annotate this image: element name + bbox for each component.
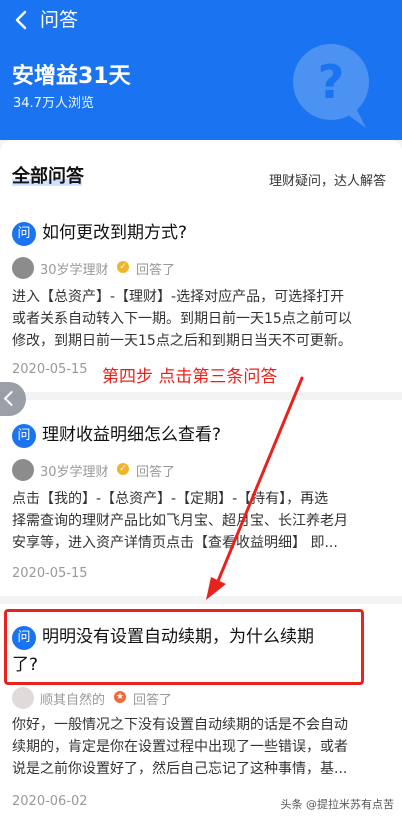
question-icon: 问: [12, 424, 36, 448]
answer-date: 2020-05-15: [12, 362, 88, 377]
annotation-highlight-box: [4, 609, 364, 685]
header: 问答 安增益31天 34.7万人浏览 ?: [0, 0, 402, 140]
answer-text[interactable]: 点击【我的】-【总资产】-【定期】-【持有】，再选 择需查询的理财产品比如飞月宝…: [12, 488, 384, 554]
back-arrow-icon[interactable]: [8, 6, 36, 34]
answered-label: 回答了: [136, 465, 176, 480]
view-count: 34.7万人浏览: [13, 96, 94, 111]
answer-text[interactable]: 你好，一般情况之下没有设置自动续期的话是不会自动 续期的，肯定是你在设置过程中出…: [12, 714, 384, 780]
verified-badge-icon: ✓: [117, 261, 129, 273]
avatar[interactable]: [12, 257, 34, 279]
annotation-step-text: 第四步 点击第三条问答: [102, 367, 278, 387]
nav-title: 问答: [40, 9, 79, 31]
svg-text:?: ?: [318, 55, 345, 109]
expert-badge-icon: ★: [114, 691, 126, 703]
section-subtitle: 理财疑问，达人解答: [268, 174, 386, 189]
answered-label: 回答了: [133, 693, 173, 708]
section-title: 全部问答: [12, 166, 84, 187]
answered-label: 回答了: [136, 263, 176, 278]
answer-date: 2020-05-15: [12, 566, 88, 581]
question-bubble-icon: ?: [293, 44, 369, 128]
qa-item-2[interactable]: 问 理财收益明细怎么查看? 30岁学理财 ✓ 回答了 点击【我的】-【总资产】-…: [0, 400, 402, 596]
user-name[interactable]: 30岁学理财: [40, 461, 109, 480]
user-name[interactable]: 顺其自然的: [40, 689, 105, 708]
product-title: 安增益31天: [12, 64, 131, 89]
answer-date: 2020-06-02: [12, 794, 88, 809]
section-header: 全部问答 理财疑问，达人解答: [0, 140, 402, 198]
avatar[interactable]: [12, 459, 34, 481]
avatar[interactable]: [12, 687, 34, 709]
verified-badge-icon: ✓: [117, 463, 129, 475]
user-name[interactable]: 30岁学理财: [40, 259, 109, 278]
answer-text[interactable]: 进入【总资产】-【理财】-选择对应产品，可选择打开 或者关系自动转入下一期。到期…: [12, 286, 384, 352]
question-title[interactable]: 如何更改到期方式?: [42, 220, 187, 246]
watermark: 头条 @提拉米苏有点苦: [280, 798, 395, 811]
question-title[interactable]: 理财收益明细怎么查看?: [42, 422, 221, 448]
question-icon: 问: [12, 222, 36, 246]
